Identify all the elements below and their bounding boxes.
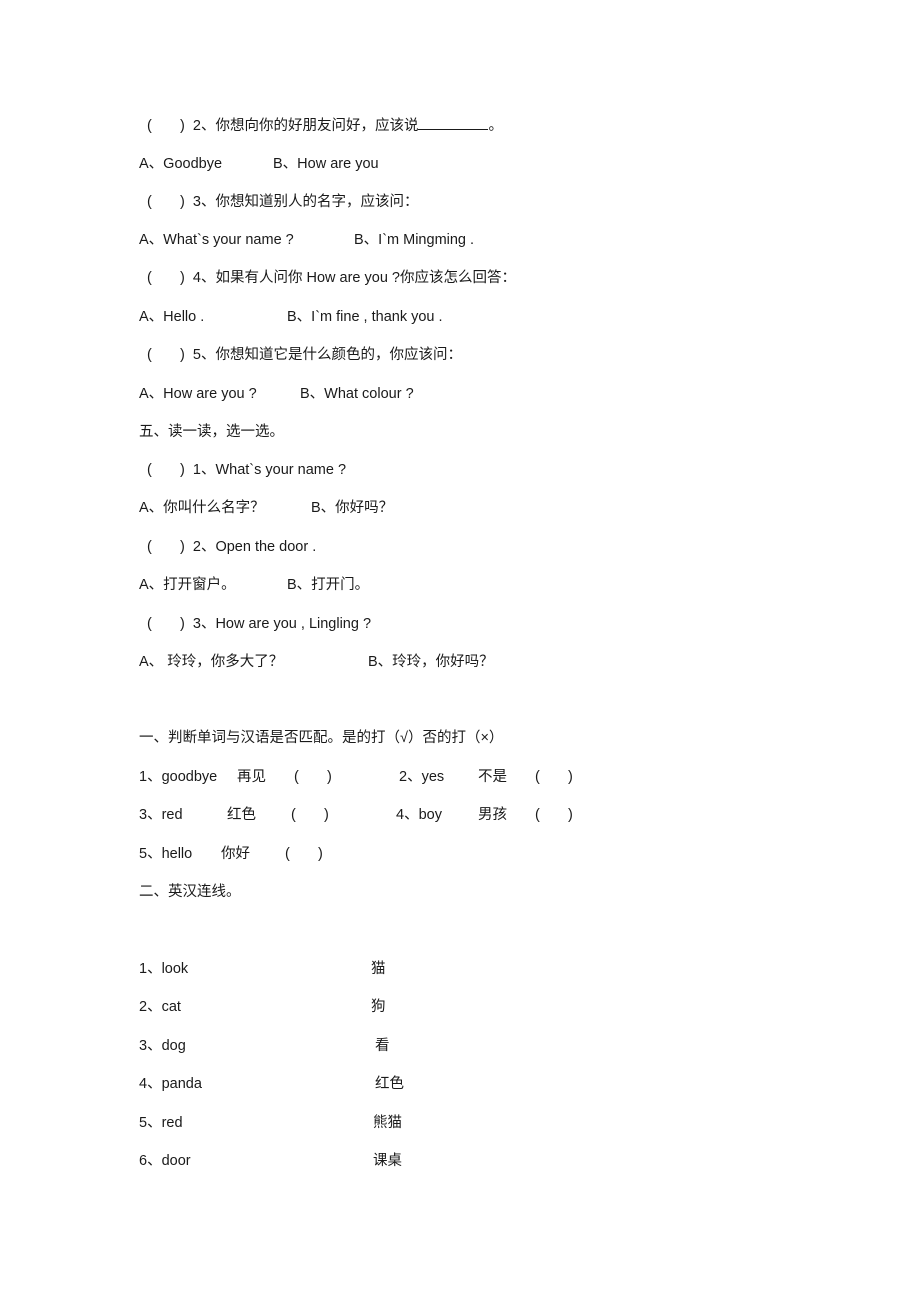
option-b: B、How are you: [273, 156, 379, 172]
question-4-5: ( ) 5、你想知道它是什么颜色的，你应该问：: [139, 345, 462, 365]
answer-paren[interactable]: ( ): [147, 116, 185, 136]
option-b: B、I`m fine , thank you .: [287, 309, 443, 325]
match-meaning: 男孩: [478, 807, 507, 823]
option-a: A、打开窗户。: [139, 577, 236, 593]
answer-paren[interactable]: ( ): [147, 268, 185, 288]
match-meaning: 红色: [227, 807, 256, 823]
answer-paren[interactable]: ( ): [285, 844, 323, 864]
english-word[interactable]: 5、red: [139, 1113, 183, 1133]
match-word: 5、hello: [139, 846, 193, 862]
answer-paren[interactable]: ( ): [535, 767, 573, 787]
question-4-4: ( ) 4、如果有人问你 How are you ?你应该怎么回答：: [139, 268, 516, 288]
question-text: 3、你想知道别人的名字，应该问：: [192, 194, 419, 210]
option-a: A、What`s your name ?: [139, 232, 294, 248]
match-word: 1、goodbye: [139, 769, 218, 785]
question-text: 2、你想向你的好朋友问好，应该说: [192, 118, 419, 134]
chinese-word[interactable]: 狗: [371, 997, 386, 1017]
option-b: B、I`m Mingming .: [354, 232, 475, 248]
chinese-word[interactable]: 看: [375, 1036, 390, 1056]
question-5-3: ( ) 3、How are you , Lingling ?: [139, 614, 371, 634]
question-tail: 。: [488, 118, 503, 134]
answer-paren[interactable]: ( ): [147, 614, 185, 634]
match-meaning: 再见: [237, 769, 266, 785]
chinese-word[interactable]: 熊猫: [373, 1113, 402, 1133]
option-b: B、玲玲，你好吗？: [368, 654, 494, 670]
question-text: 3、How are you , Lingling ?: [192, 616, 372, 632]
answer-paren[interactable]: ( ): [147, 192, 185, 212]
option-a: A、Goodbye: [139, 156, 223, 172]
question-text: 1、What`s your name ?: [192, 462, 347, 478]
answer-paren[interactable]: ( ): [147, 537, 185, 557]
match-word: 3、red: [139, 807, 183, 823]
option-a: A、How are you ?: [139, 386, 257, 402]
match-word: 4、boy: [396, 807, 442, 823]
english-word[interactable]: 6、door: [139, 1151, 191, 1171]
section-1-heading: 一、判断单词与汉语是否匹配。是的打（√）否的打（×）: [139, 730, 504, 746]
english-word[interactable]: 4、panda: [139, 1074, 202, 1094]
option-a: A、Hello .: [139, 309, 205, 325]
question-4-2: ( ) 2、你想向你的好朋友问好，应该说 。: [139, 115, 503, 136]
chinese-word[interactable]: 红色: [375, 1074, 404, 1094]
section-2-heading: 二、英汉连线。: [139, 884, 241, 900]
english-word[interactable]: 2、cat: [139, 997, 181, 1017]
answer-blank[interactable]: [418, 115, 489, 130]
question-text: 5、你想知道它是什么颜色的，你应该问：: [192, 347, 462, 363]
answer-paren[interactable]: ( ): [147, 345, 185, 365]
match-word: 2、yes: [399, 769, 445, 785]
chinese-word[interactable]: 课桌: [373, 1151, 402, 1171]
question-4-3: ( ) 3、你想知道别人的名字，应该问：: [139, 192, 418, 212]
option-a: A、 玲玲，你多大了？: [139, 654, 284, 670]
match-meaning: 你好: [221, 846, 250, 862]
option-b: B、打开门。: [287, 577, 370, 593]
english-word[interactable]: 3、dog: [139, 1036, 186, 1056]
option-a: A、你叫什么名字？: [139, 500, 265, 516]
english-word[interactable]: 1、look: [139, 959, 188, 979]
answer-paren[interactable]: ( ): [294, 767, 332, 787]
question-5-2: ( ) 2、Open the door .: [139, 537, 316, 557]
question-5-1: ( ) 1、What`s your name ?: [139, 460, 346, 480]
question-text: 4、如果有人问你 How are you ?你应该怎么回答：: [192, 270, 516, 286]
option-b: B、What colour ?: [300, 386, 414, 402]
chinese-word[interactable]: 猫: [371, 959, 386, 979]
section-5-heading: 五、读一读，选一选。: [139, 424, 284, 440]
answer-paren[interactable]: ( ): [147, 460, 185, 480]
question-text: 2、Open the door .: [192, 539, 317, 555]
answer-paren[interactable]: ( ): [535, 805, 573, 825]
option-b: B、你好吗？: [311, 500, 394, 516]
answer-paren[interactable]: ( ): [291, 805, 329, 825]
match-meaning: 不是: [478, 769, 507, 785]
